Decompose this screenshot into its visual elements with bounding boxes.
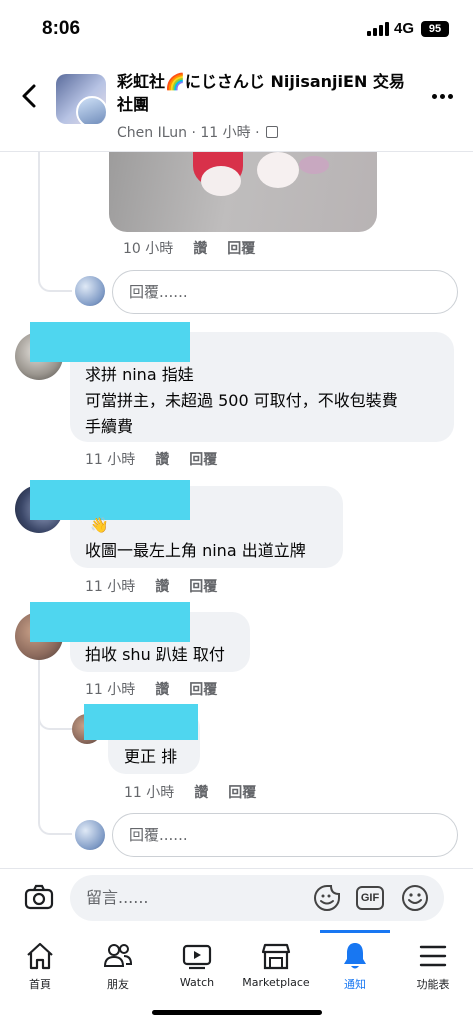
- like-link[interactable]: 讚: [193, 241, 207, 257]
- tab-watch[interactable]: Watch: [157, 940, 237, 989]
- tab-notifications[interactable]: 通知: [315, 940, 395, 992]
- redacted-name: [30, 602, 190, 642]
- redacted-name: [84, 704, 198, 740]
- like-link[interactable]: 讚: [155, 579, 169, 595]
- post-header: 彩虹社🌈にじさんじ NijisanjiEN 交易社團 Chen ILun · 1…: [0, 60, 473, 152]
- comment-meta: 10 小時 讚 回覆: [123, 238, 275, 258]
- thread-line: [38, 660, 72, 730]
- bell-icon: [344, 943, 366, 969]
- tab-label: 功能表: [416, 978, 450, 991]
- comment-input[interactable]: 留言......: [70, 875, 444, 921]
- status-time: 8:06: [42, 18, 81, 39]
- comment-line: 手續費: [85, 417, 134, 436]
- network-type: 4G: [394, 20, 415, 37]
- battery-icon: 95: [421, 21, 449, 37]
- tab-label: Marketplace: [242, 976, 310, 989]
- group-title[interactable]: 彩虹社🌈にじさんじ NijisanjiEN 交易社團: [117, 70, 407, 116]
- reply-input[interactable]: 回覆......: [112, 270, 458, 314]
- active-tab-indicator: [320, 930, 390, 933]
- my-avatar: [75, 276, 105, 306]
- comment-text: 求拼 nina 指娃 可當拼主，未超過 500 可取付，不收包裝費 手續費: [85, 362, 398, 440]
- reply-time: 11 小時: [124, 785, 175, 801]
- tab-menu[interactable]: 功能表: [393, 940, 473, 992]
- thread-line: [38, 152, 72, 292]
- like-link[interactable]: 讚: [155, 682, 169, 698]
- author-avatar: [76, 96, 106, 124]
- comment-text: 拍收 shu 趴娃 取付: [85, 642, 225, 668]
- home-icon: [27, 942, 53, 970]
- comment-line: 拍收 shu 趴娃 取付: [85, 645, 225, 664]
- sticker-icon[interactable]: [312, 883, 342, 913]
- tab-label: 通知: [344, 978, 366, 991]
- friends-icon: [103, 944, 133, 967]
- reply-meta: 11 小時 讚 回覆: [124, 782, 276, 802]
- tab-friends[interactable]: 朋友: [78, 940, 158, 992]
- comment-line: 收圖一最左上角 nina 出道立牌: [85, 541, 306, 560]
- comment-meta: 11 小時 讚 回覆: [85, 576, 237, 596]
- reply-link[interactable]: 回覆: [189, 452, 217, 468]
- menu-icon: [419, 945, 447, 967]
- like-link[interactable]: 讚: [194, 785, 208, 801]
- comment-time: 10 小時: [123, 241, 174, 257]
- tab-label: Watch: [179, 976, 215, 989]
- comment-text: 收圖一最左上角 nina 出道立牌: [85, 538, 306, 564]
- post-subtitle: Chen ILun · 11 小時 ·: [117, 122, 278, 142]
- post-author-time: Chen ILun · 11 小時 ·: [117, 125, 260, 141]
- like-link[interactable]: 讚: [155, 452, 169, 468]
- home-indicator: [152, 1010, 322, 1015]
- waving-hand-emoji: 👋: [90, 516, 109, 534]
- reply-link[interactable]: 回覆: [228, 785, 256, 801]
- reply-link[interactable]: 回覆: [227, 241, 255, 257]
- camera-icon[interactable]: [24, 884, 54, 910]
- redacted-name: [30, 480, 190, 520]
- comment-time: 11 小時: [85, 682, 136, 698]
- group-privacy-icon: [265, 126, 278, 138]
- tab-home[interactable]: 首頁: [0, 940, 80, 992]
- comment-line: 求拼 nina 指娃: [85, 365, 194, 384]
- more-options-icon[interactable]: [432, 94, 454, 100]
- comment-meta: 11 小時 讚 回覆: [85, 679, 237, 699]
- tab-label: 朋友: [107, 978, 129, 991]
- group-avatar[interactable]: [56, 74, 106, 124]
- comment-time: 11 小時: [85, 452, 136, 468]
- marketplace-icon: [261, 943, 291, 970]
- reply-text: 更正 排: [124, 747, 178, 766]
- comment-photo[interactable]: [109, 152, 377, 232]
- signal-icon: [367, 22, 389, 36]
- tab-label: 首頁: [29, 978, 51, 991]
- comment-meta: 11 小時 讚 回覆: [85, 449, 237, 469]
- comment-time: 11 小時: [85, 579, 136, 595]
- reply-input[interactable]: 回覆......: [112, 813, 458, 857]
- tab-marketplace[interactable]: Marketplace: [235, 940, 317, 989]
- reply-link[interactable]: 回覆: [189, 579, 217, 595]
- status-bar: 8:06 4G 95: [0, 0, 473, 56]
- watch-icon: [182, 944, 212, 970]
- comment-line: 可當拼主，未超過 500 可取付，不收包裝費: [85, 391, 398, 410]
- gif-icon[interactable]: GIF: [356, 886, 384, 910]
- reply-link[interactable]: 回覆: [189, 682, 217, 698]
- redacted-name: [30, 322, 190, 362]
- comment-composer: 留言...... GIF: [0, 868, 473, 930]
- emoji-icon[interactable]: [400, 883, 430, 913]
- back-arrow-icon[interactable]: [18, 82, 42, 110]
- my-avatar: [75, 820, 105, 850]
